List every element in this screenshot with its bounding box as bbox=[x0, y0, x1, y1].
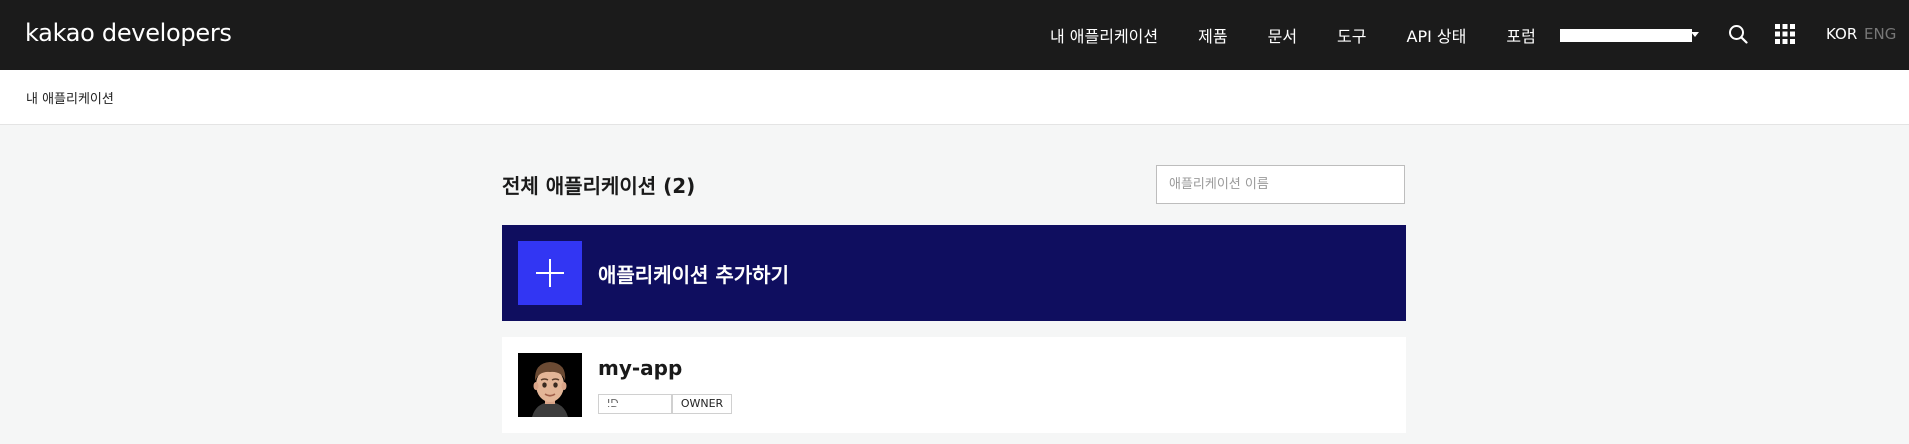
app-avatar bbox=[518, 353, 582, 417]
nav-docs[interactable]: 문서 bbox=[1268, 23, 1297, 47]
language-eng[interactable]: ENG bbox=[1864, 25, 1896, 43]
apps-grid-icon[interactable] bbox=[1774, 23, 1796, 45]
logo-product: developers bbox=[101, 19, 232, 47]
app-card[interactable]: my-app ID 1062007 OWNER bbox=[502, 337, 1406, 433]
nav-tools[interactable]: 도구 bbox=[1337, 23, 1366, 47]
chevron-down-icon[interactable] bbox=[1691, 32, 1699, 37]
nav-forum[interactable]: 포럼 bbox=[1506, 23, 1535, 47]
nav-api-status[interactable]: API 상태 bbox=[1407, 23, 1467, 47]
page-title: 전체 애플리케이션 (2) bbox=[502, 174, 696, 198]
account-menu-redacted[interactable] bbox=[1560, 29, 1692, 42]
logo-brand: kakao bbox=[25, 19, 95, 47]
memoji-avatar-icon bbox=[518, 353, 582, 417]
add-application-label: 애플리케이션 추가하기 bbox=[598, 263, 789, 287]
breadcrumb[interactable]: 내 애플리케이션 bbox=[26, 88, 114, 107]
search-icon[interactable] bbox=[1728, 24, 1748, 44]
main-nav: 내 애플리케이션 제품 문서 도구 API 상태 포럼 bbox=[1050, 0, 1576, 70]
app-search-input[interactable] bbox=[1156, 165, 1405, 204]
add-application-button[interactable]: 애플리케이션 추가하기 bbox=[502, 225, 1406, 321]
top-navigation-bar: kakao developers 내 애플리케이션 제품 문서 도구 API 상… bbox=[0, 0, 1909, 70]
plus-icon bbox=[518, 241, 582, 305]
app-id-badge: ID 1062007 bbox=[598, 394, 672, 414]
language-kor[interactable]: KOR bbox=[1826, 25, 1857, 43]
kakao-developers-logo[interactable]: kakao developers bbox=[25, 19, 232, 47]
nav-my-applications[interactable]: 내 애플리케이션 bbox=[1050, 23, 1158, 47]
nav-products[interactable]: 제품 bbox=[1198, 23, 1227, 47]
breadcrumb-bar: 내 애플리케이션 bbox=[0, 70, 1909, 125]
app-name[interactable]: my-app bbox=[598, 356, 682, 380]
role-badge: OWNER bbox=[672, 394, 732, 414]
